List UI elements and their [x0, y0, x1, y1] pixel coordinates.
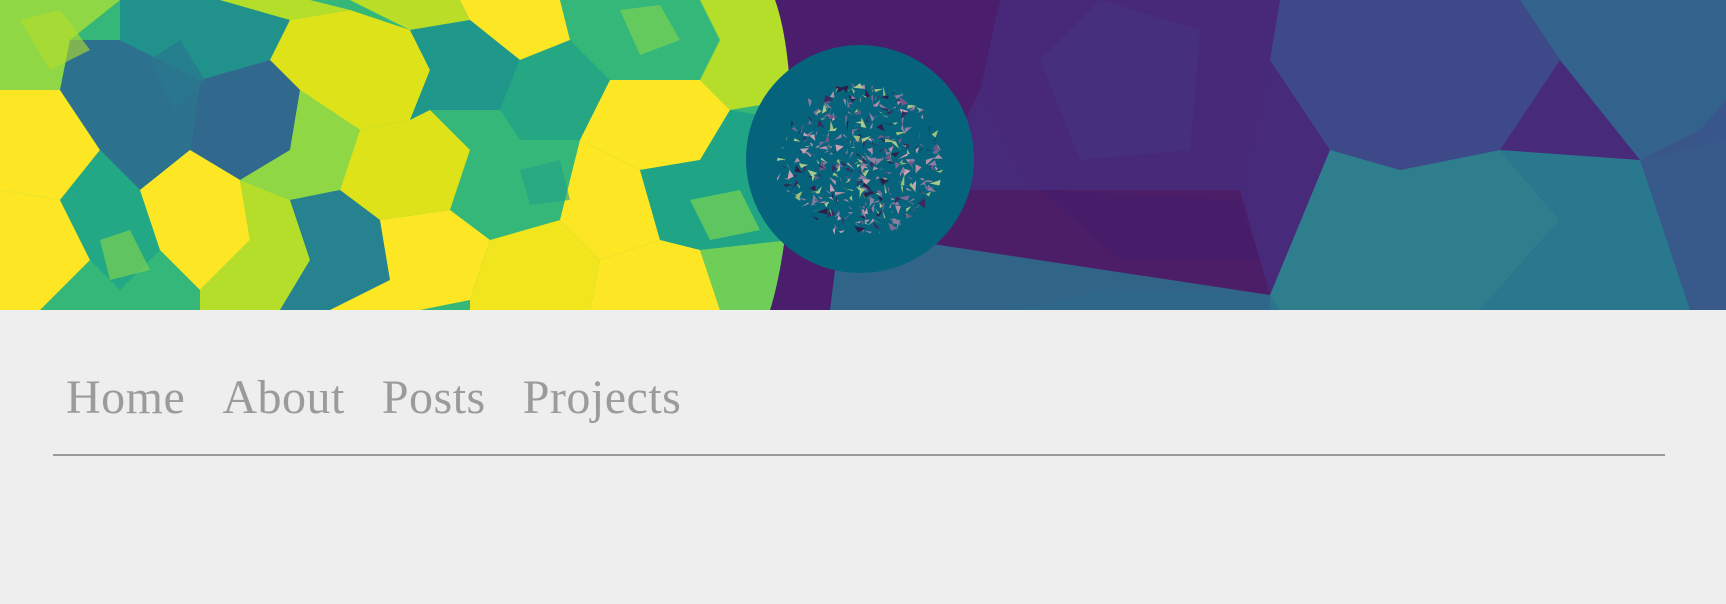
- header-banner: [0, 0, 1726, 310]
- nav-link-posts[interactable]: Posts: [382, 374, 486, 422]
- nav-link-projects[interactable]: Projects: [523, 374, 682, 422]
- voronoi-banner-image: [0, 0, 1726, 310]
- main-navigation: Home About Posts Projects: [53, 374, 1665, 456]
- nav-link-about[interactable]: About: [222, 374, 345, 422]
- site-logo[interactable]: [746, 45, 974, 273]
- nav-link-home[interactable]: Home: [66, 374, 185, 422]
- banner-green-region: [0, 0, 792, 310]
